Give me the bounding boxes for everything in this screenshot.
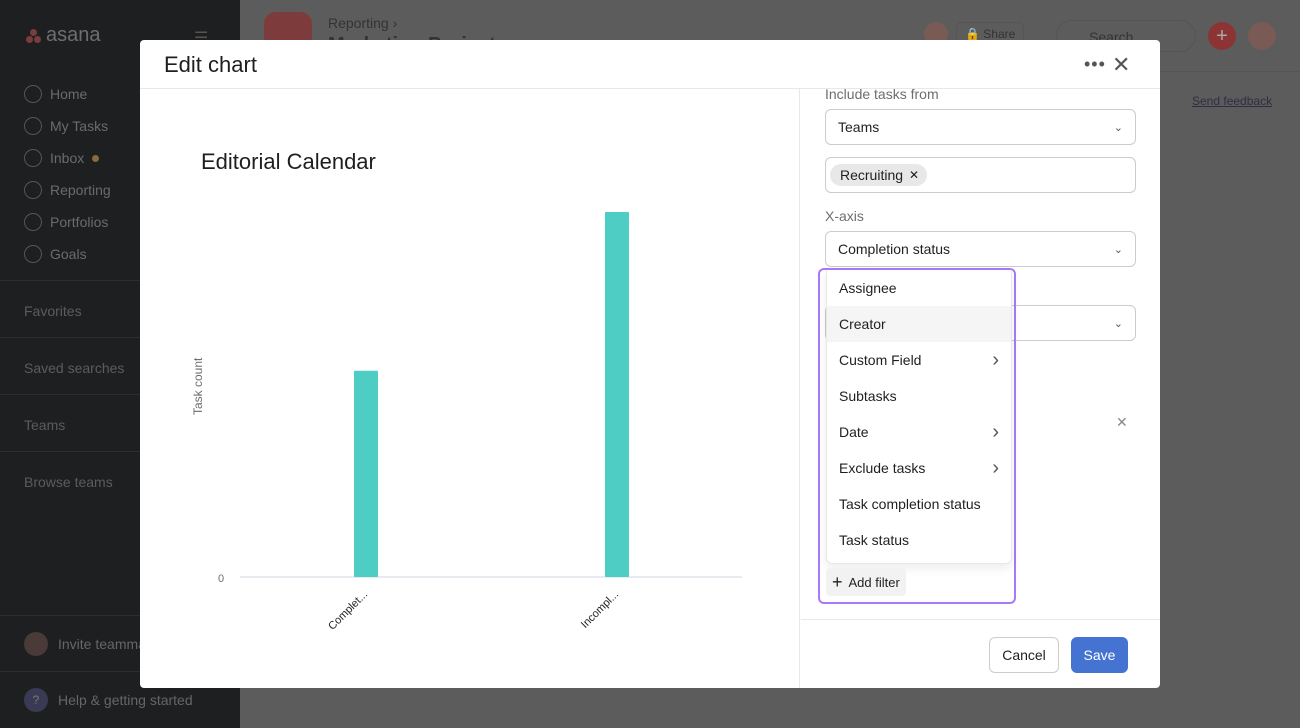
sidebar-item-inbox[interactable]: Inbox — [24, 142, 111, 174]
bar-0[interactable] — [354, 370, 378, 577]
more-options-icon[interactable]: ••• — [1084, 54, 1106, 75]
label: Assignee — [839, 280, 897, 296]
add-button[interactable]: + — [1208, 22, 1236, 50]
label: Custom Field — [839, 352, 922, 368]
invite-icon — [24, 631, 48, 656]
y-tick-label: 0 — [218, 573, 224, 585]
chart-preview: Editorial Calendar Task count 0 Complet.… — [140, 89, 800, 688]
filter-menu-item[interactable]: Custom Field › — [827, 342, 1011, 378]
include-tasks-select[interactable]: Teams ⌄ — [825, 109, 1136, 145]
chevron-right-icon: › — [992, 456, 999, 479]
add-filter-popup: Assignee Creator Custom Field › Subtasks Date… — [818, 268, 1016, 604]
filter-menu-item[interactable]: Task status — [827, 522, 1011, 558]
label: Help & getting started — [58, 692, 193, 708]
label: My Tasks — [50, 118, 109, 134]
person-icon — [24, 245, 42, 263]
value: Teams — [838, 119, 880, 135]
chevron-down-icon: ⌄ — [1113, 243, 1123, 256]
label: Subtasks — [839, 388, 897, 404]
x-axis-select[interactable]: Completion status ⌄ — [825, 231, 1136, 267]
filter-menu-item[interactable]: Subtasks — [827, 378, 1011, 414]
home-icon — [24, 85, 42, 103]
chevron-right-icon: › — [992, 420, 999, 443]
sidebar-item-reporting[interactable]: Reporting — [24, 174, 111, 206]
help-icon: ? — [24, 688, 48, 712]
close-icon[interactable]: ✕ — [1112, 52, 1130, 78]
plus-icon: + — [832, 571, 843, 592]
chart-title: Editorial Calendar — [201, 149, 376, 174]
team-chip: Recruiting ✕ — [830, 164, 928, 186]
x-tick-label: Incompl... — [579, 589, 621, 631]
sidebar-item-home[interactable]: Home — [24, 78, 111, 110]
sidebar-item-portfolios[interactable]: Portfolios — [24, 206, 111, 238]
filter-menu: Assignee Creator Custom Field › Subtasks Date… — [826, 270, 1012, 564]
label: Portfolios — [50, 214, 109, 230]
label: Inbox — [50, 150, 85, 166]
label: Home — [50, 86, 88, 102]
sidebar-item-goals[interactable]: Goals — [24, 238, 111, 270]
label: Recruiting — [840, 167, 904, 183]
value: Completion status — [838, 241, 951, 257]
breadcrumb[interactable]: Reporting › — [328, 15, 397, 31]
filter-menu-item[interactable]: Exclude tasks › — [827, 450, 1011, 486]
bar-1[interactable] — [605, 212, 629, 577]
filter-menu-item[interactable]: Creator — [827, 306, 1011, 342]
unread-dot — [92, 154, 100, 162]
chevron-down-icon: ⌄ — [1113, 317, 1123, 330]
lock-icon: 🔒 — [965, 27, 980, 41]
chevron-right-icon: › — [992, 348, 999, 371]
send-feedback-link[interactable]: Send feedback — [1192, 94, 1272, 108]
sidebar-item-my-tasks[interactable]: My Tasks — [24, 110, 111, 142]
remove-chip-icon[interactable]: ✕ — [909, 168, 919, 182]
include-tasks-label: Include tasks from — [825, 86, 939, 102]
label: Exclude tasks — [839, 460, 926, 476]
logo-text: asana — [46, 24, 101, 46]
label: Add filter — [848, 574, 900, 590]
label: Date — [839, 424, 869, 440]
x-tick-label: Complet... — [326, 589, 370, 633]
remove-filter-icon[interactable]: ✕ — [1116, 414, 1128, 431]
check-circle-icon — [24, 117, 42, 135]
y-axis-label: Task count — [191, 357, 205, 415]
x-axis-label: X-axis — [825, 208, 864, 224]
chart-line-icon — [24, 181, 42, 199]
label: Goals — [50, 246, 87, 262]
bar-chart: Editorial Calendar Task count 0 Complet.… — [191, 149, 742, 633]
asana-logo[interactable]: asana — [26, 24, 101, 47]
filter-menu-item[interactable]: Date › — [827, 414, 1011, 450]
filter-menu-item[interactable]: Assignee — [827, 270, 1011, 306]
cancel-button[interactable]: Cancel — [989, 637, 1059, 673]
save-button[interactable]: Save — [1071, 637, 1128, 673]
label: Reporting — [50, 182, 111, 198]
label: Share — [983, 27, 1016, 41]
teams-token-input[interactable]: Recruiting ✕ — [825, 157, 1136, 193]
portfolio-icon — [24, 213, 42, 231]
label: Task completion status — [839, 496, 981, 512]
add-filter-button[interactable]: + Add filter — [826, 568, 906, 596]
filter-menu-item[interactable]: Task completion status — [827, 486, 1011, 522]
user-avatar[interactable] — [1248, 22, 1276, 50]
modal-title: Edit chart — [164, 52, 257, 77]
label: Creator — [839, 316, 886, 332]
label: Task status — [839, 532, 910, 548]
chevron-down-icon: ⌄ — [1113, 121, 1123, 134]
bell-icon — [24, 149, 42, 167]
